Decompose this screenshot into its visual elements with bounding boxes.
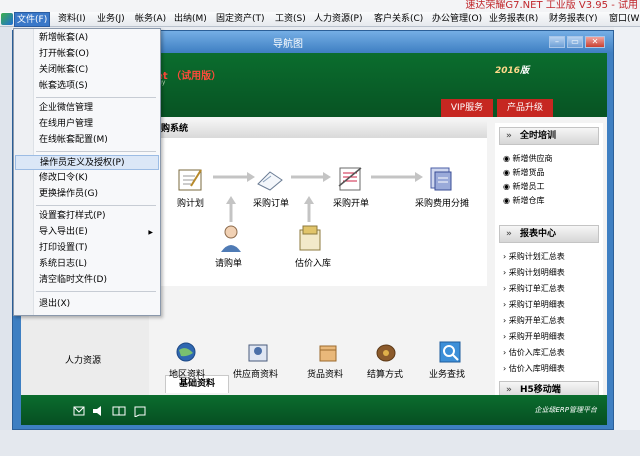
goods-icon[interactable] — [317, 341, 339, 363]
valuation-storage-icon[interactable] — [297, 224, 323, 252]
training-item[interactable]: ◉ 新增货品 — [503, 167, 545, 178]
menu-item-clear-temp[interactable]: 清空临时文件(D) — [15, 273, 159, 288]
requisition-icon[interactable] — [219, 224, 243, 252]
supplier-icon[interactable] — [247, 341, 269, 363]
reports-header[interactable]: 报表中心 — [499, 225, 599, 243]
navigator-title: 导航图 — [273, 39, 303, 50]
training-header[interactable]: 全时培训 — [499, 127, 599, 145]
basic-goods[interactable]: 货品资料 — [307, 367, 343, 380]
menu-accounts[interactable]: 帐务(A) — [133, 12, 168, 27]
menu-item-print-template[interactable]: 设置套打样式(P) — [15, 209, 159, 224]
menu-business-reports[interactable]: 业务报表(R) — [487, 12, 540, 27]
menu-item-new-account[interactable]: 新增帐套(A) — [15, 31, 159, 46]
training-item[interactable]: ◉ 新增仓库 — [503, 195, 545, 206]
menu-bar: 文件(F) 资料(I) 业务(J) 帐务(A) 出纳(M) 固定资产(T) 工资… — [0, 12, 640, 27]
menu-item-wechat-work[interactable]: 企业微信管理 — [15, 101, 159, 116]
region-icon[interactable] — [175, 341, 197, 363]
vip-service-tab[interactable]: VIP服务 — [441, 99, 493, 117]
basic-supplier[interactable]: 供应商资料 — [233, 367, 278, 380]
menu-data[interactable]: 资料(I) — [56, 12, 88, 27]
report-item[interactable]: › 采购开单明细表 — [503, 331, 565, 342]
settlement-icon[interactable] — [375, 341, 397, 363]
menu-separator — [36, 205, 156, 206]
app-title: 速达荣耀G7.NET 工业版 V3.95 - 试用 — [465, 0, 638, 11]
basic-data-row: 地区资料 供应商资料 货品资料 结算方式 业务查找 — [157, 335, 487, 395]
menu-hr[interactable]: 人力资源(P) — [312, 12, 364, 27]
title-bar: 速达荣耀G7.NET 工业版 V3.95 - 试用 — [0, 0, 640, 12]
file-menu-dropdown: 新增帐套(A) 打开帐套(O) 关闭帐套(C) 帐套选项(S) 企业微信管理 在… — [13, 28, 161, 316]
menu-item-exit[interactable]: 退出(X) — [15, 297, 159, 312]
menu-item-import-export[interactable]: 导入导出(E) ▶ — [15, 225, 159, 240]
menu-item-account-options[interactable]: 帐套选项(S) — [15, 79, 159, 94]
menu-item-online-config[interactable]: 在线帐套配置(M) — [15, 133, 159, 148]
report-item[interactable]: › 采购计划明细表 — [503, 267, 565, 278]
edition-year: 2016版 — [495, 66, 530, 76]
training-item[interactable]: ◉ 新增员工 — [503, 181, 545, 192]
menu-separator — [36, 97, 156, 98]
report-item[interactable]: › 估价入库明细表 — [503, 363, 565, 374]
flow-purchase-invoice[interactable]: 采购开单 — [333, 196, 369, 209]
right-panel: 全时培训 ◉ 新增供应商 ◉ 新增货品 ◉ 新增员工 ◉ 新增仓库 报表中心 ›… — [495, 123, 603, 419]
menu-item-print-settings[interactable]: 打印设置(T) — [15, 241, 159, 256]
menu-payroll[interactable]: 工资(S) — [273, 12, 308, 27]
flow-requisition[interactable]: 请购单 — [215, 256, 242, 269]
menu-file[interactable]: 文件(F) — [14, 12, 51, 27]
menu-item-close-account[interactable]: 关闭帐套(C) — [15, 63, 159, 78]
flow-arrows — [213, 172, 423, 182]
menu-crm[interactable]: 客户关系(C) — [372, 12, 425, 27]
purchase-plan-icon[interactable] — [177, 166, 205, 192]
menu-item-operator-auth[interactable]: 操作员定义及授权(P) — [15, 155, 159, 170]
flow-up-arrows — [226, 196, 314, 222]
menu-window[interactable]: 窗口(W — [607, 12, 640, 27]
report-item[interactable]: › 采购订单明细表 — [503, 299, 565, 310]
menu-business[interactable]: 业务(J) — [95, 12, 127, 27]
product-upgrade-tab[interactable]: 产品升级 — [497, 99, 553, 117]
restore-button[interactable]: ▭ — [567, 36, 583, 48]
status-strip — [0, 430, 640, 456]
app-icon — [1, 13, 13, 25]
platform-label: 企业级ERP管理平台 — [534, 406, 597, 414]
menu-fixed-assets[interactable]: 固定资产(T) — [214, 12, 267, 27]
menu-cashier[interactable]: 出纳(M) — [172, 12, 209, 27]
training-item[interactable]: ◉ 新增供应商 — [503, 153, 553, 164]
basic-region[interactable]: 地区资料 — [169, 367, 205, 380]
purchase-panel: 购系统 购计划 采购订单 采购开单 采购费用分摊 请购单 估价入库 — [157, 120, 487, 286]
minimize-button[interactable]: – — [549, 36, 565, 48]
submenu-arrow-icon: ▶ — [148, 229, 153, 236]
menu-item-online-users[interactable]: 在线用户管理 — [15, 117, 159, 132]
menu-item-change-password[interactable]: 修改口令(K) — [15, 171, 159, 186]
left-panel — [0, 27, 12, 456]
menu-office[interactable]: 办公管理(O) — [430, 12, 484, 27]
sidebar-item-hr[interactable]: 人力资源 — [65, 353, 101, 366]
flow-valuation-storage[interactable]: 估价入库 — [295, 256, 331, 269]
footer-icons — [73, 406, 146, 417]
menu-separator — [36, 151, 156, 152]
basic-business-search[interactable]: 业务查找 — [429, 367, 465, 380]
close-button[interactable]: ✕ — [585, 36, 605, 48]
basic-settlement[interactable]: 结算方式 — [367, 367, 403, 380]
menu-finance-reports[interactable]: 财务报表(Y) — [547, 12, 600, 27]
right-strip — [614, 27, 640, 456]
report-item[interactable]: › 采购开单汇总表 — [503, 315, 565, 326]
report-item[interactable]: › 采购计划汇总表 — [503, 251, 565, 262]
flow-purchase-expense[interactable]: 采购费用分摊 — [415, 196, 469, 209]
menu-item-open-account[interactable]: 打开帐套(O) — [15, 47, 159, 62]
report-item[interactable]: › 采购订单汇总表 — [503, 283, 565, 294]
report-item[interactable]: › 估价入库汇总表 — [503, 347, 565, 358]
flow-purchase-plan[interactable]: 购计划 — [177, 196, 204, 209]
menu-item-switch-operator[interactable]: 更换操作员(G) — [15, 187, 159, 202]
search-icon[interactable] — [439, 341, 461, 363]
navigator-footer: 企业级ERP管理平台 — [21, 395, 607, 425]
purchase-title: 购系统 — [157, 120, 487, 138]
menu-item-system-log[interactable]: 系统日志(L) — [15, 257, 159, 272]
menu-separator — [36, 291, 156, 292]
